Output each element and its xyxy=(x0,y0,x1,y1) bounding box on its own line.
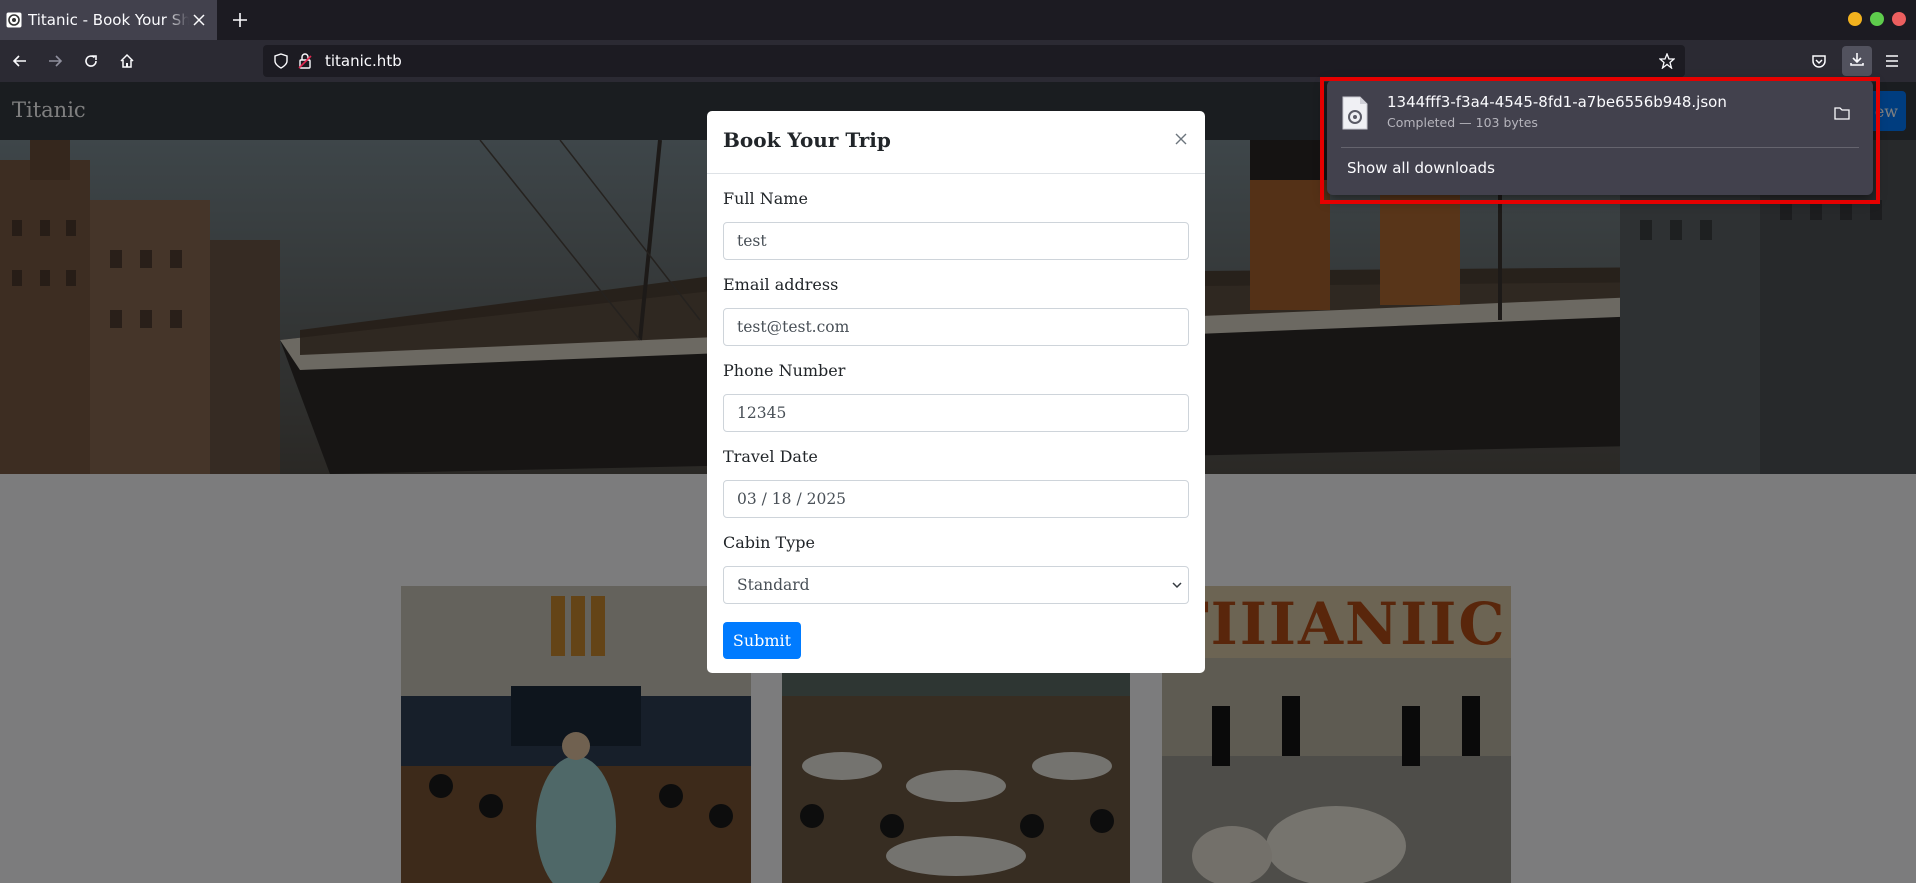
hamburger-menu-icon[interactable] xyxy=(1880,49,1904,73)
downloads-button[interactable] xyxy=(1842,46,1872,76)
insecure-lock-icon[interactable] xyxy=(295,51,315,71)
window-close-button[interactable] xyxy=(1892,12,1906,26)
travel-date-value: 03 / 18 / 2025 xyxy=(737,490,847,508)
new-tab-icon[interactable] xyxy=(228,8,252,32)
travel-date-label: Travel Date xyxy=(723,447,818,466)
cabin-type-select[interactable]: Standard xyxy=(723,566,1189,604)
chevron-down-icon xyxy=(1172,576,1182,594)
booking-modal: Book Your Trip Full Name test Email addr… xyxy=(707,111,1205,673)
full-name-value: test xyxy=(737,232,767,250)
cabin-type-label: Cabin Type xyxy=(723,533,815,552)
window-minimize-button[interactable] xyxy=(1848,12,1862,26)
tab-titanic[interactable]: Titanic - Book Your Ship Trip xyxy=(0,0,217,40)
email-input[interactable]: test@test.com xyxy=(723,308,1189,346)
email-value: test@test.com xyxy=(737,318,850,336)
reload-icon[interactable] xyxy=(79,49,103,73)
url-text[interactable]: titanic.htb xyxy=(325,52,402,70)
url-bar[interactable]: titanic.htb xyxy=(263,45,1685,77)
full-name-label: Full Name xyxy=(723,189,808,208)
travel-date-input[interactable]: 03 / 18 / 2025 xyxy=(723,480,1189,518)
highlight-annotation-box xyxy=(1320,77,1880,204)
modal-header: Book Your Trip xyxy=(707,111,1205,174)
tab-title: Titanic - Book Your Ship Trip xyxy=(28,11,189,29)
window-controls xyxy=(1848,12,1906,26)
window-maximize-button[interactable] xyxy=(1870,12,1884,26)
cabin-type-value: Standard xyxy=(737,576,810,594)
tab-close-icon[interactable] xyxy=(189,10,209,30)
email-label: Email address xyxy=(723,275,839,294)
download-arrow-icon xyxy=(1849,51,1865,71)
bookmark-star-icon[interactable] xyxy=(1657,51,1677,71)
modal-title: Book Your Trip xyxy=(723,128,891,152)
phone-label: Phone Number xyxy=(723,361,846,380)
forward-arrow-icon[interactable] xyxy=(43,49,67,73)
close-icon[interactable] xyxy=(1171,129,1191,149)
shield-icon[interactable] xyxy=(271,51,291,71)
pocket-icon[interactable] xyxy=(1807,49,1831,73)
home-icon[interactable] xyxy=(115,49,139,73)
phone-input[interactable]: 12345 xyxy=(723,394,1189,432)
back-arrow-icon[interactable] xyxy=(8,49,32,73)
submit-button[interactable]: Submit xyxy=(723,622,801,659)
tab-strip: Titanic - Book Your Ship Trip xyxy=(0,0,1916,40)
phone-value: 12345 xyxy=(737,404,787,422)
full-name-input[interactable]: test xyxy=(723,222,1189,260)
navigation-toolbar: titanic.htb xyxy=(0,40,1916,82)
site-favicon-icon xyxy=(6,12,22,28)
